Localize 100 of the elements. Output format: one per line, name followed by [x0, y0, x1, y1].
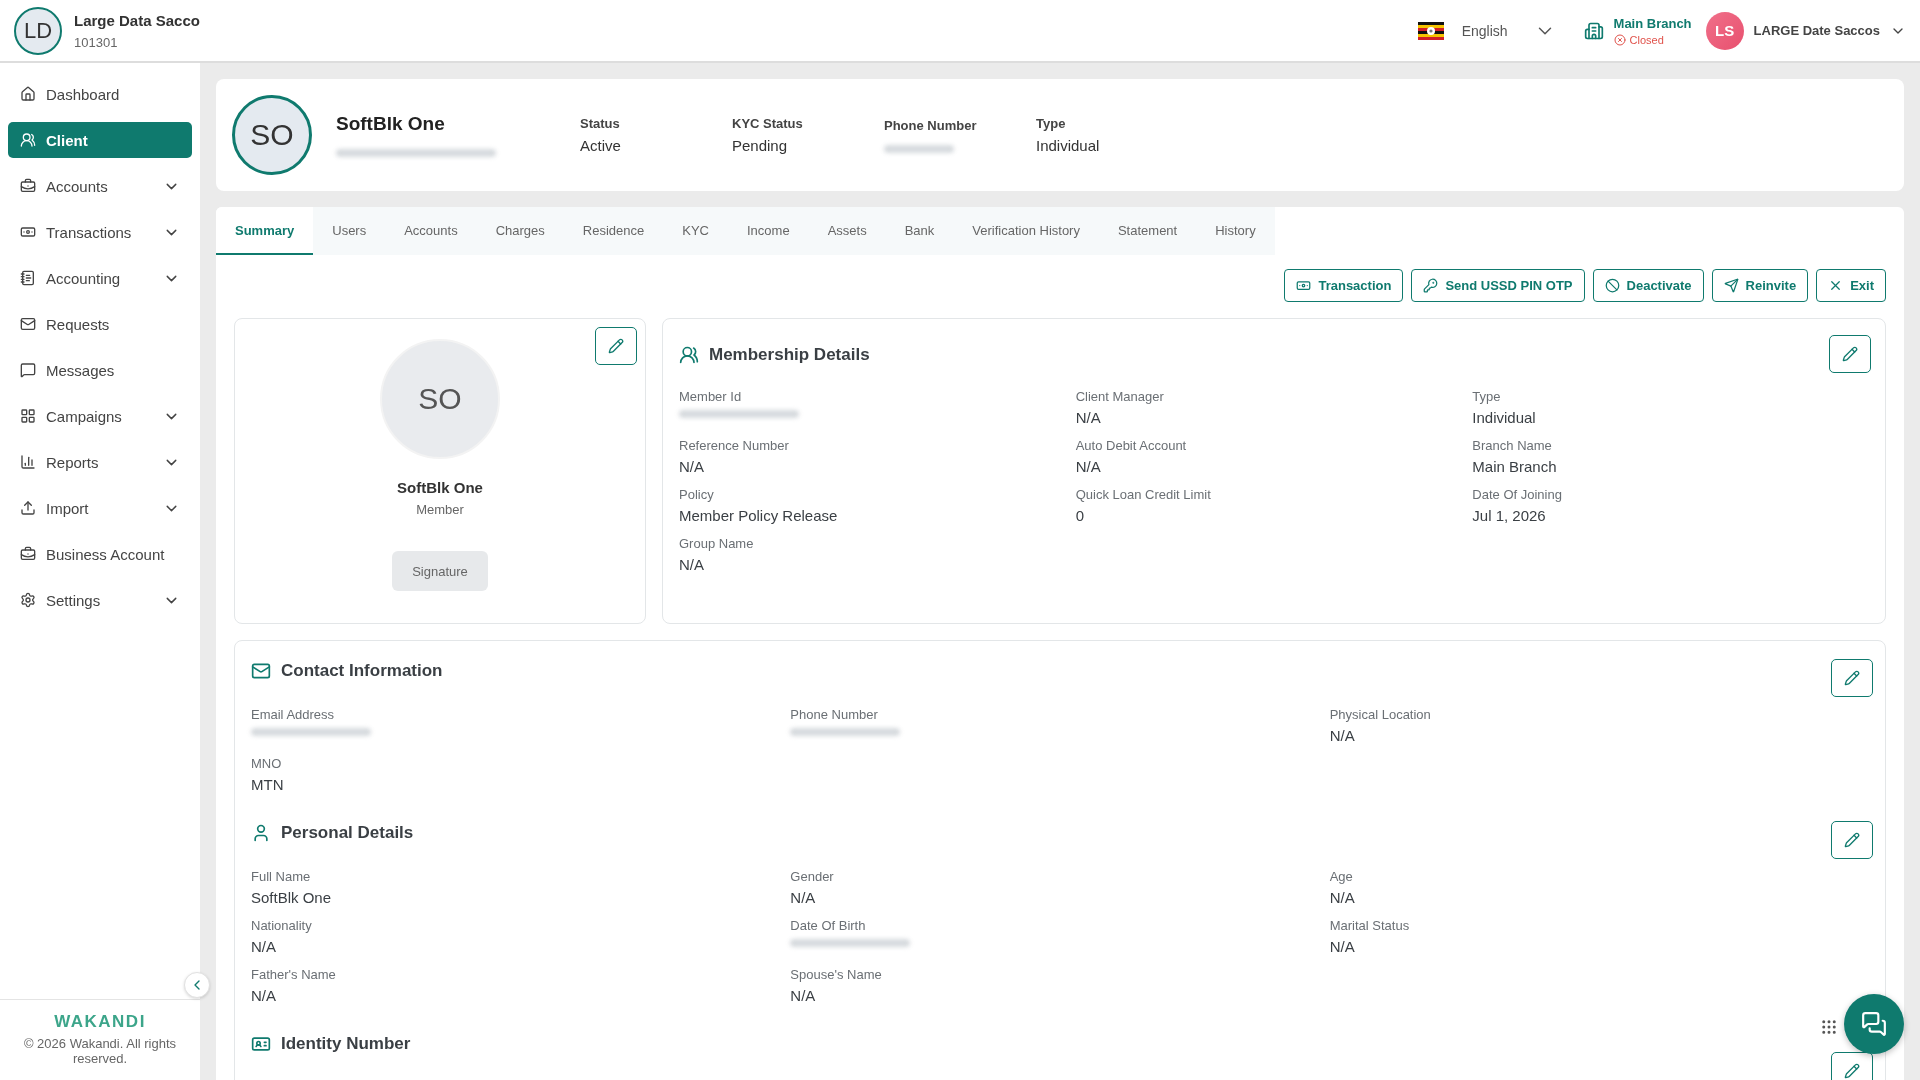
org-avatar: LD: [14, 6, 62, 55]
wakandi-logo: WAKANDI: [54, 1012, 146, 1032]
field-value: N/A: [251, 987, 277, 1004]
sidebar-item[interactable]: Messages: [8, 347, 192, 393]
drag-handle-icon[interactable]: [1820, 1018, 1838, 1036]
field-value: SoftBlk One: [251, 889, 333, 906]
field-label: Physical Location: [1329, 707, 1432, 722]
send-icon: [1723, 278, 1739, 293]
action-button[interactable]: Exit: [1816, 269, 1886, 302]
field-label: Father's Name: [251, 967, 337, 982]
sidebar-item[interactable]: Business Account: [8, 531, 192, 577]
field-label: Group Name: [679, 536, 755, 551]
user-menu[interactable]: LS LARGE Date Saccos: [1705, 11, 1906, 50]
tab[interactable]: Income: [728, 207, 809, 255]
tab[interactable]: Statement: [1098, 207, 1197, 255]
copyright-text: © 2026 Wakandi. All rights reserved.: [22, 1036, 178, 1066]
tab[interactable]: History: [1196, 207, 1275, 255]
field-label: Gender: [790, 869, 835, 884]
action-button[interactable]: Transaction: [1284, 269, 1404, 302]
home-icon: [20, 86, 36, 102]
users-icon: [20, 132, 36, 148]
upload-icon: [20, 500, 36, 516]
banknote-icon: [1296, 278, 1312, 293]
field-label: MNO: [251, 756, 283, 771]
field-label: Date Of Birth: [790, 918, 867, 933]
field-value: N/A: [1329, 889, 1356, 906]
tab[interactable]: Users: [313, 207, 386, 255]
action-button[interactable]: Reinvite: [1711, 269, 1809, 302]
user-avatar: LS: [1705, 11, 1744, 50]
edit-button[interactable]: [595, 327, 637, 365]
section-title: Personal Details: [281, 823, 414, 843]
sidebar-item[interactable]: Accounts: [8, 163, 192, 209]
tab[interactable]: Summary: [216, 207, 314, 255]
sidebar-item[interactable]: Transactions: [8, 209, 192, 255]
field-label: Marital Status: [1329, 918, 1411, 933]
sidebar-item[interactable]: Reports: [8, 439, 192, 485]
field-label: Phone Number: [790, 707, 879, 722]
signature-button[interactable]: Signature: [392, 551, 488, 591]
chat-icon: [1861, 1011, 1887, 1037]
tab[interactable]: KYC: [663, 207, 728, 255]
key-icon: [1423, 278, 1439, 293]
fact-label: KYC Status: [732, 116, 804, 131]
field-value: N/A: [251, 938, 277, 955]
action-button[interactable]: Deactivate: [1592, 269, 1704, 302]
users-icon: [679, 345, 699, 365]
pencil-icon: [608, 338, 624, 354]
field-value: Jul 1, 2026: [1472, 507, 1547, 524]
field-value: Main Branch: [1472, 458, 1558, 475]
tab[interactable]: Verification History: [953, 207, 1099, 255]
field-value: Member Policy Release: [679, 507, 839, 524]
building-icon: [1583, 20, 1604, 41]
fact-label: Phone Number: [884, 117, 978, 133]
message-icon: [20, 362, 36, 378]
briefcase-icon: [20, 546, 36, 562]
profile-role: Member: [416, 502, 464, 517]
client-name: SoftBlk One: [336, 113, 446, 135]
org-name: Large Data Sacco: [74, 11, 200, 29]
field-label: Age: [1329, 869, 1354, 884]
sidebar-item[interactable]: Settings: [8, 577, 192, 623]
sidebar-item[interactable]: Accounting: [8, 255, 192, 301]
briefcase-icon: [20, 178, 36, 194]
field-label: Type: [1472, 389, 1502, 404]
org-code: 101301: [74, 34, 118, 50]
sidebar-item[interactable]: Requests: [8, 301, 192, 347]
field-value: Individual: [1472, 409, 1537, 426]
field-value: N/A: [790, 889, 817, 906]
pencil-icon: [1844, 1063, 1860, 1079]
field-value: 0: [1075, 507, 1085, 524]
tab[interactable]: Charges: [476, 207, 564, 255]
fact-value: Individual: [1036, 137, 1101, 154]
edit-button[interactable]: [1829, 335, 1871, 373]
sidebar-item[interactable]: Dashboard: [8, 71, 192, 117]
sidebar-item[interactable]: Import: [8, 485, 192, 531]
notebook-icon: [20, 270, 36, 286]
tab[interactable]: Accounts: [385, 207, 477, 255]
action-button[interactable]: Send USSD PIN OTP: [1411, 269, 1585, 302]
tab[interactable]: Bank: [885, 207, 954, 255]
field-label: Nationality: [251, 918, 313, 933]
pencil-icon: [1842, 346, 1858, 362]
edit-button[interactable]: [1831, 659, 1873, 697]
field-label: Full Name: [251, 869, 312, 884]
edit-button[interactable]: [1831, 1052, 1873, 1080]
sidebar-item[interactable]: Campaigns: [8, 393, 192, 439]
sidebar-item[interactable]: Client: [8, 122, 192, 158]
id-card-icon: [251, 1034, 271, 1054]
banknote-icon: [20, 224, 36, 240]
fact-value: Active: [580, 137, 622, 154]
mail-icon: [20, 316, 36, 332]
language-selector[interactable]: English: [1457, 15, 1560, 46]
edit-button[interactable]: [1831, 821, 1873, 859]
field-label: Policy: [679, 487, 715, 502]
ban-icon: [1604, 278, 1620, 293]
field-value: N/A: [1329, 938, 1356, 955]
field-value: N/A: [679, 458, 705, 475]
field-value: N/A: [679, 556, 705, 573]
mail-icon: [251, 661, 271, 681]
tab[interactable]: Assets: [808, 207, 886, 255]
field-label: Auto Debit Account: [1075, 438, 1188, 453]
tab[interactable]: Residence: [563, 207, 664, 255]
pencil-icon: [1844, 670, 1860, 686]
